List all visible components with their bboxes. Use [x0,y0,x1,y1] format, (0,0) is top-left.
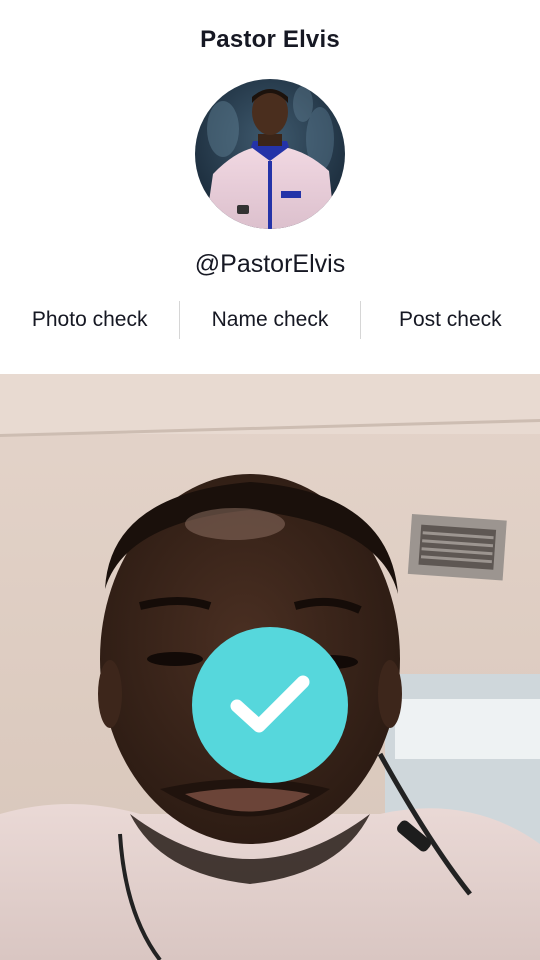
check-tabs: Photo check Name check Post check [0,300,540,340]
profile-header: Pastor Elvis @PastorElvis Photo check Na… [0,0,540,374]
tab-photo-check[interactable]: Photo check [0,300,179,340]
avatar-image [195,79,345,229]
profile-name: Pastor Elvis [200,26,340,53]
profile-handle: @PastorElvis [194,250,346,278]
checkmark-icon [230,675,310,733]
avatar[interactable] [195,79,345,229]
tab-name-check[interactable]: Name check [180,300,359,340]
verified-badge [192,627,348,783]
tab-post-check[interactable]: Post check [361,300,540,340]
